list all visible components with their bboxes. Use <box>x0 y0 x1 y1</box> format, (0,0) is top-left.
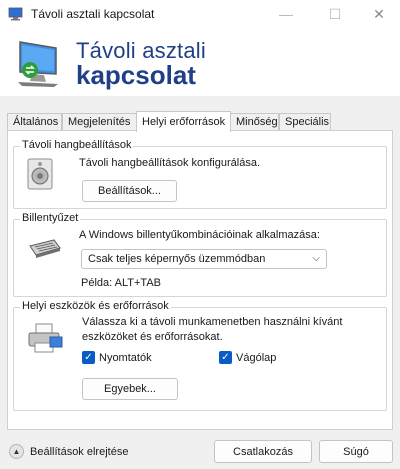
devices-group-title: Helyi eszközök és erőforrások <box>20 300 171 312</box>
close-button[interactable]: ✕ <box>356 0 400 28</box>
keyboard-icon <box>29 239 61 258</box>
audio-group-title: Távoli hangbeállítások <box>20 139 134 151</box>
more-devices-button[interactable]: Egyebek... <box>82 378 178 400</box>
connect-button[interactable]: Csatlakozás <box>214 440 312 463</box>
devices-description-line1: Válassza ki a távoli munkamenetben haszn… <box>82 316 343 328</box>
keyboard-description: A Windows billentyűkombinációinak alkalm… <box>79 229 320 241</box>
minimize-button[interactable]: — <box>263 0 309 28</box>
audio-description: Távoli hangbeállítások konfigurálása. <box>79 157 261 169</box>
window-title: Távoli asztali kapcsolat <box>31 7 155 21</box>
chevron-up-icon: ▲ <box>9 444 24 459</box>
maximize-button[interactable]: ☐ <box>312 0 358 28</box>
keyboard-group: Billentyűzet A Windows billentyűkombinác… <box>13 212 387 297</box>
check-icon: ✓ <box>82 351 95 364</box>
tab-panel: Távoli hangbeállítások Távoli hangbeállí… <box>7 130 393 430</box>
header-banner: Távoli asztali kapcsolat <box>0 28 400 96</box>
remote-desktop-logo-icon <box>18 41 58 87</box>
clipboard-checkbox[interactable]: ✓ Vágólap <box>219 351 276 364</box>
keyboard-example: Példa: ALT+TAB <box>81 277 161 289</box>
printer-icon <box>28 323 63 353</box>
tab-local-resources[interactable]: Helyi erőforrások <box>136 111 231 132</box>
banner-title-line2: kapcsolat <box>76 60 196 90</box>
audio-settings-button[interactable]: Beállítások... <box>82 180 177 202</box>
devices-description-line2: eszközöket és erőforrásokat. <box>82 331 223 343</box>
keyboard-group-title: Billentyűzet <box>20 212 81 224</box>
audio-group: Távoli hangbeállítások Távoli hangbeállí… <box>13 139 387 209</box>
chevron-down-icon: ⌵ <box>312 253 320 264</box>
devices-group: Helyi eszközök és erőforrások Válassza k… <box>13 300 387 411</box>
speaker-icon <box>27 158 53 190</box>
keyboard-combo-select[interactable]: Csak teljes képernyős üzemmódban ⌵ <box>81 249 327 269</box>
printers-checkbox[interactable]: ✓ Nyomtatók <box>82 351 152 364</box>
printers-label: Nyomtatók <box>99 351 152 364</box>
title-bar: Távoli asztali kapcsolat — ☐ ✕ <box>0 0 400 28</box>
hide-options-toggle[interactable]: ▲ Beállítások elrejtése <box>9 444 128 459</box>
help-button[interactable]: Súgó <box>319 440 393 463</box>
check-icon: ✓ <box>219 351 232 364</box>
keyboard-combo-value: Csak teljes képernyős üzemmódban <box>88 253 266 265</box>
remote-desktop-icon <box>8 7 23 21</box>
hide-options-label: Beállítások elrejtése <box>30 445 129 458</box>
clipboard-label: Vágólap <box>236 351 277 364</box>
